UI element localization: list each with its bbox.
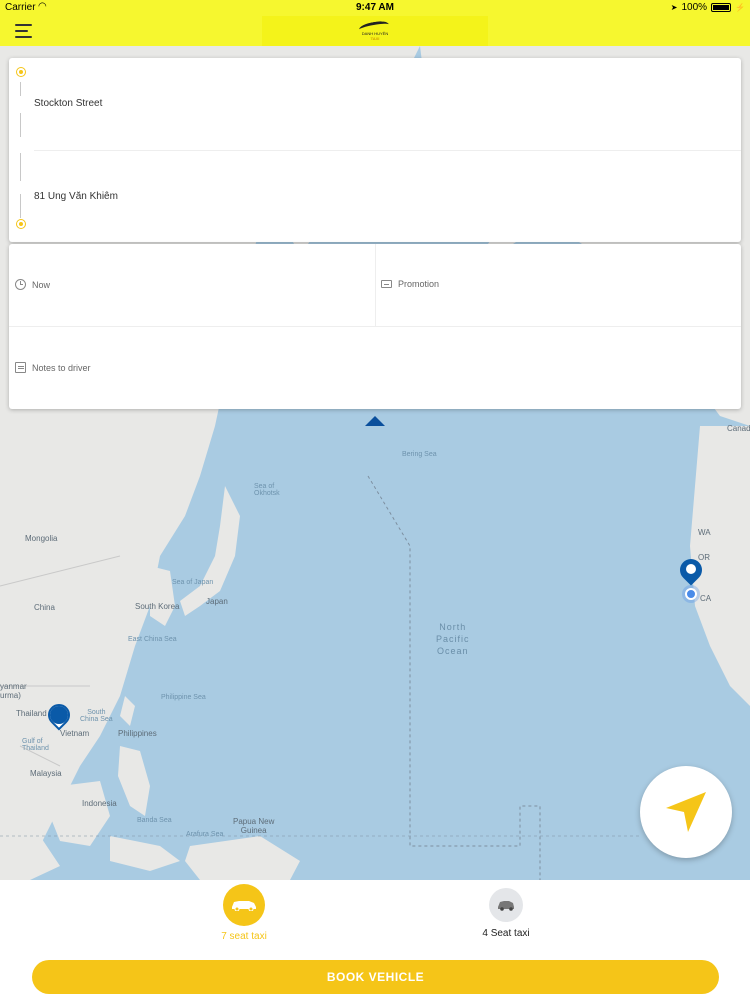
pickup-address-field[interactable]: Stockton Street [34, 98, 102, 109]
map-label-south-korea: South Korea [135, 602, 180, 611]
promotion-option-label: Promotion [398, 279, 440, 289]
promotion-option[interactable]: Promotion [381, 279, 439, 289]
status-bar: Carrier ◠ 9:47 AM ➤ 100% ⚡ [0, 0, 750, 16]
map-label-malaysia: Malaysia [30, 769, 62, 778]
time-option-label: Now [32, 279, 51, 290]
options-vertical-divider [375, 244, 376, 326]
map-label-mongolia: Mongolia [25, 534, 58, 543]
status-right: ➤ 100% ⚡ [671, 2, 745, 13]
map-label-south-china-sea: South China Sea [80, 709, 113, 723]
map-label-arafura-sea: Arafura Sea [186, 831, 224, 838]
book-vehicle-button[interactable]: BOOK VEHICLE [32, 960, 719, 994]
pickup-pin-icon[interactable] [675, 554, 707, 589]
charging-icon: ⚡ [735, 3, 745, 12]
car-icon [498, 901, 514, 911]
battery-icon [711, 3, 732, 12]
address-divider [34, 150, 741, 151]
map-label-sea-of-okhotsk: Sea of Okhotsk [254, 483, 280, 497]
map-label-ca: CA [700, 594, 712, 603]
car-icon [232, 901, 256, 911]
map-label-gulf-of-thailand: Gulf of Thailand [22, 738, 49, 752]
map-label-papua-new-guinea: Papua New Guinea [233, 817, 275, 835]
options-card: Now Promotion Notes to driver [9, 244, 741, 409]
locate-me-button[interactable] [640, 766, 732, 858]
map-label-philippines: Philippines [118, 729, 157, 738]
map-label-thailand: Thailand [16, 709, 47, 718]
notes-option-label: Notes to driver [32, 362, 91, 373]
battery-percent: 100% [681, 2, 708, 13]
status-time: 9:47 AM [356, 2, 394, 13]
current-location-dot [685, 588, 697, 600]
map-label-china: China [34, 603, 55, 612]
map-label-myanmar: yanmar urma) [0, 682, 27, 700]
map-label-indonesia: Indonesia [82, 799, 117, 808]
pickup-dot-icon [17, 68, 25, 76]
vehicle-selector: 7 seat taxi 4 Seat taxi BOOK VEHICLE [0, 880, 750, 1000]
direction-marker-icon [365, 416, 385, 426]
map-label-sea-of-japan: Sea of Japan [172, 579, 214, 586]
clock-icon [15, 279, 26, 290]
map-label-banda-sea: Banda Sea [137, 817, 172, 824]
dropoff-pin-icon[interactable] [43, 699, 75, 734]
dropoff-dot-icon [17, 220, 25, 228]
vehicle-option-7-seat[interactable]: 7 seat taxi [184, 884, 304, 942]
logo-banner: DANH HUYÊN TAXI [262, 16, 488, 46]
map-label-north-pacific-ocean: North Pacific Ocean [436, 622, 470, 656]
map-label-bering-sea: Bering Sea [402, 451, 437, 458]
vehicle-7-seat-circle [223, 884, 265, 926]
notes-option[interactable]: Notes to driver [15, 362, 91, 373]
vehicle-4-seat-circle [489, 888, 523, 922]
time-option[interactable]: Now [15, 279, 50, 290]
map-label-canada: Canad [727, 424, 750, 433]
vehicle-option-4-seat[interactable]: 4 Seat taxi [446, 884, 566, 939]
route-card: Stockton Street 81 Ung Văn Khiêm [9, 58, 741, 242]
dropoff-address-field[interactable]: 81 Ung Văn Khiêm [34, 191, 118, 202]
map-label-wa: WA [698, 528, 711, 537]
vehicle-7-seat-label: 7 seat taxi [221, 931, 267, 942]
app-logo: DANH HUYÊN TAXI [355, 19, 395, 42]
logo-sub: TAXI [370, 36, 380, 41]
menu-icon[interactable] [15, 24, 32, 38]
map-label-japan: Japan [206, 597, 228, 606]
options-horizontal-divider [9, 326, 741, 327]
location-services-icon: ➤ [670, 3, 678, 12]
vehicle-4-seat-label: 4 Seat taxi [482, 928, 530, 939]
map-label-east-china-sea: East China Sea [128, 636, 177, 643]
nav-bar: DANH HUYÊN TAXI [0, 16, 750, 46]
ticket-icon [381, 280, 392, 288]
map-label-philippine-sea: Philippine Sea [161, 694, 206, 701]
note-icon [15, 362, 26, 373]
navigation-arrow-icon [666, 792, 706, 832]
